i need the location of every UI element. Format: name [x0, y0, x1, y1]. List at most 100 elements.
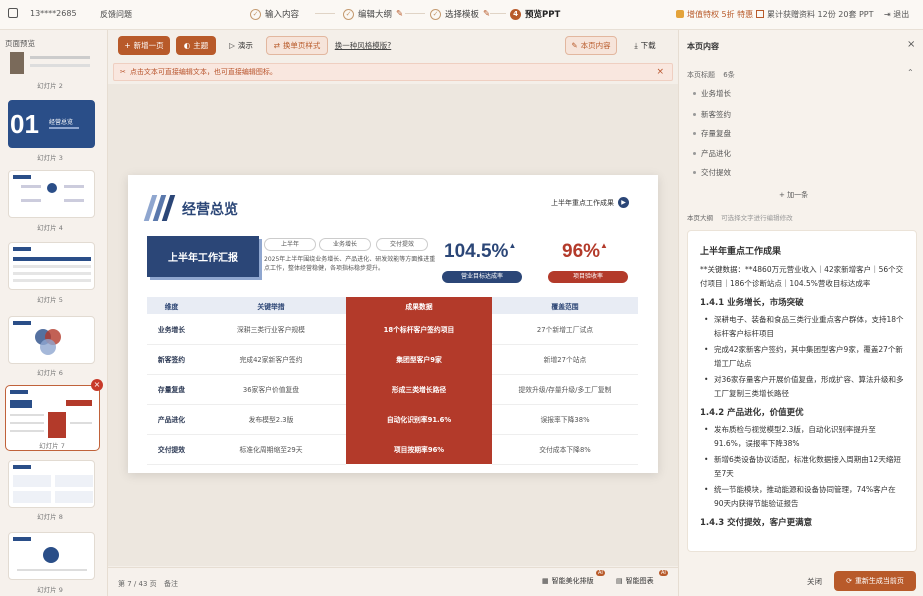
user-account[interactable]: 13****2685: [30, 9, 77, 18]
thumbnail-8[interactable]: [8, 460, 95, 508]
regenerate-button[interactable]: ⟳ 重新生成当前页: [834, 571, 916, 591]
step-number: 4: [510, 8, 521, 20]
home-icon[interactable]: [8, 8, 18, 18]
results-table[interactable]: 维度 关键举措 成果数据 覆盖范围 业务增长 深耕三类行业客户规模 18个标杆客…: [147, 297, 638, 465]
bottom-bar: 第 7 / 43 页 备注 ▦ 智能美化排版 AI ▤ 智能图表 AI: [108, 567, 678, 596]
play-icon: ▷: [229, 41, 235, 50]
notes-bullet: 完成42家新客户签约，其中集团型客户9家，覆盖27个新增工厂站点: [700, 343, 904, 371]
notes-toggle[interactable]: 备注: [164, 579, 178, 589]
smart-chart-button[interactable]: ▤ 智能图表: [616, 576, 654, 586]
smart-layout-button[interactable]: ▦ 智能美化排版: [542, 576, 594, 586]
header-cell: 覆盖范围: [492, 297, 638, 314]
table-cell[interactable]: 误报率下降38%: [492, 404, 638, 435]
panel-title: 本页内容: [687, 42, 719, 51]
thumbnail-7-selected[interactable]: 幻灯片 7: [5, 385, 100, 451]
header-cell: 关键举措: [196, 297, 346, 314]
header-cell: 维度: [147, 297, 196, 314]
table-cell[interactable]: 形成三类增长路径: [346, 374, 492, 404]
notes-editor[interactable]: 上半年重点工作成果 **关键数据：**4860万元营业收入｜42家新增客户｜56…: [687, 230, 917, 552]
outline-item[interactable]: 新客签约: [693, 109, 731, 120]
change-style-button[interactable]: ⇄ 换单页样式: [266, 36, 328, 55]
table-cell[interactable]: 18个标杆客户签约项目: [346, 314, 492, 344]
table-cell[interactable]: 标准化周期缩至29天: [196, 434, 346, 465]
table-cell[interactable]: 业务增长: [147, 314, 196, 345]
feedback-link[interactable]: 反馈问题: [100, 9, 132, 20]
slide-link[interactable]: 上半年重点工作成果 ▶: [551, 197, 629, 208]
table-cell[interactable]: 发布模型2.3版: [196, 404, 346, 435]
table-cell[interactable]: 项目按期率96%: [346, 434, 492, 464]
notes-bullet: 新增6类设备协议适配，标准化数据接入周期由12天缩短至7天: [700, 453, 904, 481]
add-item-button[interactable]: + 加一条: [779, 190, 808, 200]
outline-item[interactable]: 产品进化: [693, 148, 731, 159]
step-input[interactable]: ✓ 输入内容: [250, 8, 299, 20]
page-content-panel: 本页内容 × 本页标题 6条 ⌃ 业务增长 新客签约 存量复盘 产品进化 交付提…: [678, 30, 923, 596]
arrow-right-icon: ▶: [618, 197, 629, 208]
table-cell[interactable]: 集团型客户9家: [346, 344, 492, 374]
download-button[interactable]: ⤓ 下载: [625, 36, 665, 55]
promo-vip[interactable]: 增值特权 5折 特惠: [676, 9, 753, 20]
thumbnail-6[interactable]: [8, 316, 95, 364]
notes-bullet: 发布质检与视觉模型2.3版，自动化识别率提升至91.6%，误报率下降38%: [700, 423, 904, 451]
cancel-button[interactable]: 关闭: [807, 576, 822, 587]
thumbnail-label: 幻灯片 2: [37, 82, 63, 90]
table-cell[interactable]: 自动化识别率91.6%: [346, 404, 492, 434]
thumbnail-label: 幻灯片 9: [37, 586, 63, 594]
table-cell[interactable]: 新增27个站点: [492, 344, 638, 375]
tag-pill[interactable]: 业务增长: [319, 238, 371, 251]
gift-icon: [756, 10, 764, 18]
table-cell[interactable]: 交付成本下降8%: [492, 434, 638, 465]
notes-subheading: 1.4.3 交付提效，客户更满意: [700, 518, 813, 528]
thumbnail-4[interactable]: [8, 170, 95, 218]
report-banner[interactable]: 上半年工作汇报: [147, 236, 259, 277]
thumbnail-2[interactable]: [8, 48, 95, 78]
table-cell[interactable]: 36家客户价值复盘: [196, 374, 346, 405]
close-icon[interactable]: ×: [907, 39, 915, 50]
table-cell[interactable]: 产品进化: [147, 404, 196, 435]
thumbnail-5[interactable]: [8, 242, 95, 290]
theme-button[interactable]: ◐ 主题: [176, 36, 216, 55]
slide-7[interactable]: 经营总览 上半年重点工作成果 ▶ 上半年工作汇报 上半年 业务增长 交付提效 2…: [128, 175, 658, 473]
promo-gift[interactable]: 累计获赠资料 12份 20套 PPT: [756, 9, 874, 20]
delete-page-icon[interactable]: ×: [91, 379, 103, 391]
expand-icon[interactable]: ⌃: [907, 68, 914, 77]
notice-text: 点击文本可直接编辑文本，也可直接编辑图标。: [129, 68, 277, 76]
page-content-button[interactable]: ✎ 本页内容: [565, 36, 617, 55]
close-icon[interactable]: ×: [656, 67, 664, 77]
present-button[interactable]: ▷ 演示: [222, 36, 260, 55]
thumbnail-label: 幻灯片 6: [37, 369, 63, 377]
kpi-label-2[interactable]: 项目验收率: [548, 271, 628, 283]
kpi-label-1[interactable]: 营业目标达成率: [442, 271, 522, 283]
crown-icon: [676, 10, 684, 18]
table-row: 交付提效 标准化周期缩至29天 项目按期率96% 交付成本下降8%: [147, 434, 638, 465]
slide-description[interactable]: 2025年上半年围绕业务增长、产品进化、研发效能等方面推进重点工作，整体经营稳健…: [264, 255, 436, 273]
step-template[interactable]: ✓ 选择模板 ✎: [430, 8, 490, 20]
thumbnail-9[interactable]: [8, 532, 95, 580]
table-cell[interactable]: 新客签约: [147, 344, 196, 375]
step-preview[interactable]: 4 预览PPT: [510, 8, 560, 20]
slide-title[interactable]: 经营总览: [182, 199, 238, 219]
tag-pill[interactable]: 交付提效: [376, 238, 428, 251]
table-header: 维度 关键举措 成果数据 覆盖范围: [147, 297, 638, 314]
table-cell[interactable]: 交付提效: [147, 434, 196, 465]
kpi-value-1[interactable]: 104.5%▲: [444, 241, 516, 263]
check-icon: ✓: [250, 8, 261, 20]
kpi-value-2[interactable]: 96%▲: [562, 241, 608, 263]
new-page-button[interactable]: + 新增一页: [118, 36, 170, 55]
outline-item[interactable]: 交付提效: [693, 167, 731, 178]
change-template-link[interactable]: 换一种风格模版?: [334, 36, 392, 55]
outline-item[interactable]: 存量复盘: [693, 128, 731, 139]
table-cell[interactable]: 提效升级/存量升级/多工厂复制: [492, 374, 638, 405]
tag-pill[interactable]: 上半年: [264, 238, 316, 251]
outline-item[interactable]: 业务增长: [693, 88, 731, 99]
table-cell[interactable]: 完成42家新客户签约: [196, 344, 346, 375]
table-cell[interactable]: 存量复盘: [147, 374, 196, 405]
logout-button[interactable]: ⇥ 退出: [884, 9, 909, 20]
notes-header: 本页大纲 可选择文字进行编辑修改: [687, 214, 793, 222]
thumbnail-label: 幻灯片 7: [39, 442, 65, 450]
table-row: 业务增长 深耕三类行业客户规模 18个标杆客户签约项目 27个新增工厂试点: [147, 314, 638, 345]
thumbnail-label: 幻灯片 8: [37, 513, 63, 521]
step-outline[interactable]: ✓ 编辑大纲 ✎: [343, 8, 403, 20]
table-cell[interactable]: 深耕三类行业客户规模: [196, 314, 346, 345]
table-cell[interactable]: 27个新增工厂试点: [492, 314, 638, 345]
thumbnail-3[interactable]: 01 经营总览: [8, 100, 95, 148]
